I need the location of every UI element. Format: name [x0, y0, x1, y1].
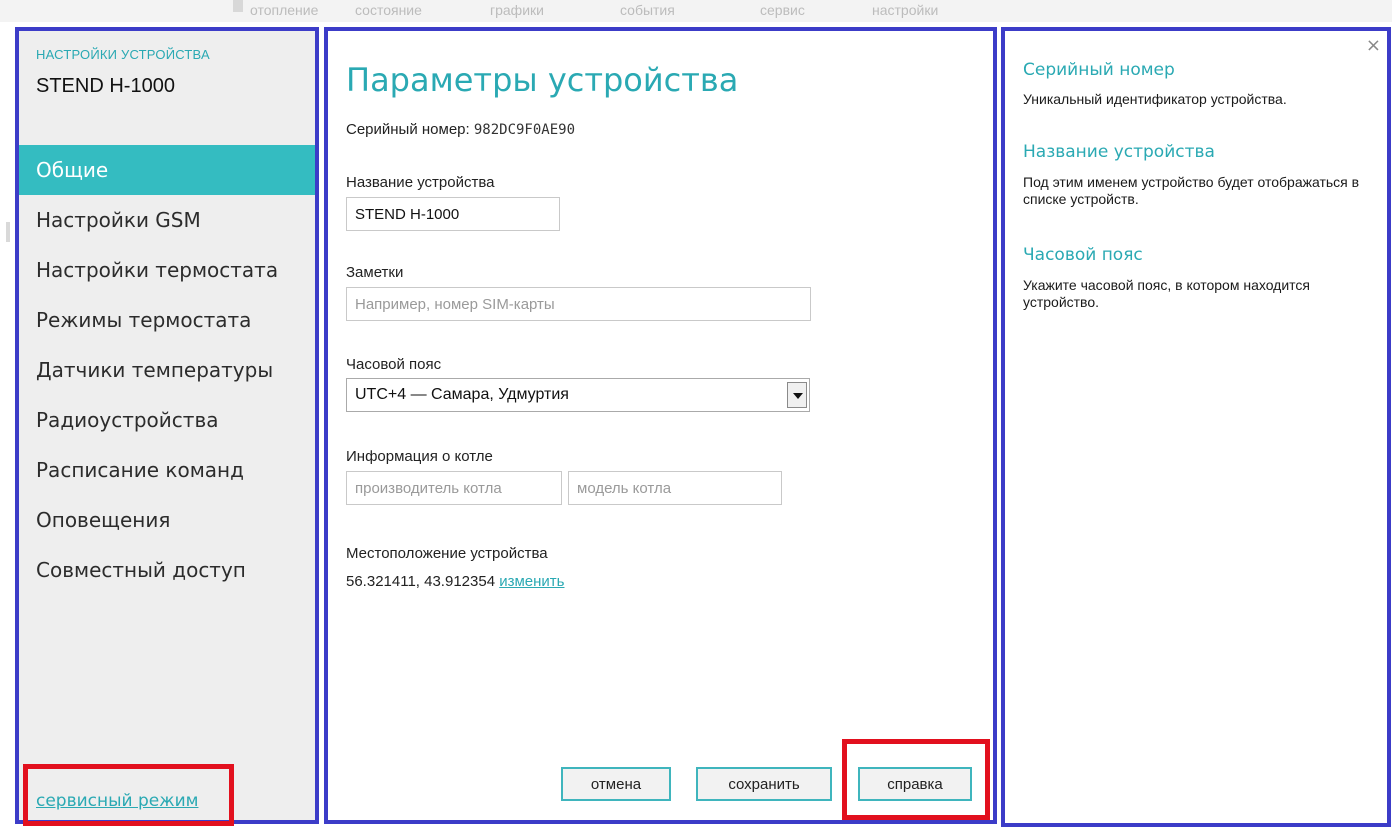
sidebar-nav: Общие Настройки GSM Настройки термостата… [19, 145, 315, 595]
location-label: Местоположение устройства [346, 545, 548, 562]
sidebar-item-radio-devices[interactable]: Радиоустройства [19, 395, 315, 445]
edge-mark [6, 222, 10, 242]
top-menu-item[interactable]: состояние [355, 2, 422, 18]
sidebar-item-notifications[interactable]: Оповещения [19, 495, 315, 545]
boiler-info-label: Информация о котле [346, 448, 493, 465]
help-button[interactable]: справка [858, 767, 972, 801]
location-coordinates: 56.321411, 43.912354 [346, 573, 496, 590]
chevron-down-icon[interactable] [787, 382, 807, 408]
sidebar-device-name: STEND H-1000 [36, 75, 175, 97]
serial-number-row: Серийный номер: 982DC9F0AE90 [346, 121, 575, 138]
menu-grip [233, 0, 243, 12]
boiler-maker-input[interactable] [346, 471, 562, 505]
timezone-select[interactable]: UTC+4 — Самара, Удмуртия [346, 378, 810, 412]
save-button[interactable]: сохранить [696, 767, 832, 801]
cancel-button[interactable]: отмена [561, 767, 671, 801]
top-menu-item[interactable]: сервис [760, 2, 805, 18]
device-name-label: Название устройства [346, 174, 495, 191]
sidebar-item-thermostat-modes[interactable]: Режимы термостата [19, 295, 315, 345]
timezone-label: Часовой пояс [346, 356, 442, 373]
top-menu-item[interactable]: графики [490, 2, 544, 18]
notes-label: Заметки [346, 264, 404, 281]
settings-sidebar: НАСТРОЙКИ УСТРОЙСТВА STEND H-1000 Общие … [15, 27, 319, 826]
help-text-name: Под этим именем устройство будет отображ… [1023, 174, 1360, 207]
help-text-serial: Уникальный идентификатор устройства. [1023, 91, 1287, 107]
sidebar-item-command-schedule[interactable]: Расписание команд [19, 445, 315, 495]
device-parameters-form: Параметры устройства Серийный номер: 982… [324, 27, 997, 824]
sidebar-caption: НАСТРОЙКИ УСТРОЙСТВА [36, 47, 210, 62]
close-icon[interactable]: × [1366, 35, 1381, 56]
top-menu-item[interactable]: события [620, 2, 675, 18]
help-title-serial: Серийный номер [1023, 60, 1175, 80]
change-location-link[interactable]: изменить [499, 573, 564, 590]
device-name-input[interactable] [346, 197, 560, 231]
background-top-menu: отопление состояние графики события серв… [0, 0, 1392, 22]
top-menu-item[interactable]: настройки [872, 2, 938, 18]
timezone-selected-value: UTC+4 — Самара, Удмуртия [355, 386, 569, 403]
sidebar-item-thermostat-settings[interactable]: Настройки термостата [19, 245, 315, 295]
sidebar-item-shared-access[interactable]: Совместный доступ [19, 545, 315, 595]
sidebar-item-temperature-sensors[interactable]: Датчики температуры [19, 345, 315, 395]
serial-number-label: Серийный номер: [346, 121, 470, 138]
location-row: 56.321411, 43.912354 изменить [346, 573, 564, 590]
serial-number-value: 982DC9F0AE90 [473, 122, 576, 138]
boiler-model-input[interactable] [568, 471, 782, 505]
help-panel: × Серийный номер Уникальный идентификато… [1001, 27, 1391, 827]
service-mode-link[interactable]: сервисный режим [36, 791, 198, 811]
help-text-timezone: Укажите часовой пояс, в котором находитс… [1023, 277, 1311, 310]
help-title-timezone: Часовой пояс [1023, 245, 1143, 265]
top-menu-item[interactable]: отопление [250, 2, 318, 18]
notes-input[interactable] [346, 287, 811, 321]
sidebar-item-gsm[interactable]: Настройки GSM [19, 195, 315, 245]
sidebar-item-general[interactable]: Общие [19, 145, 315, 195]
page-title: Параметры устройства [346, 61, 739, 99]
help-title-name: Название устройства [1023, 142, 1215, 162]
